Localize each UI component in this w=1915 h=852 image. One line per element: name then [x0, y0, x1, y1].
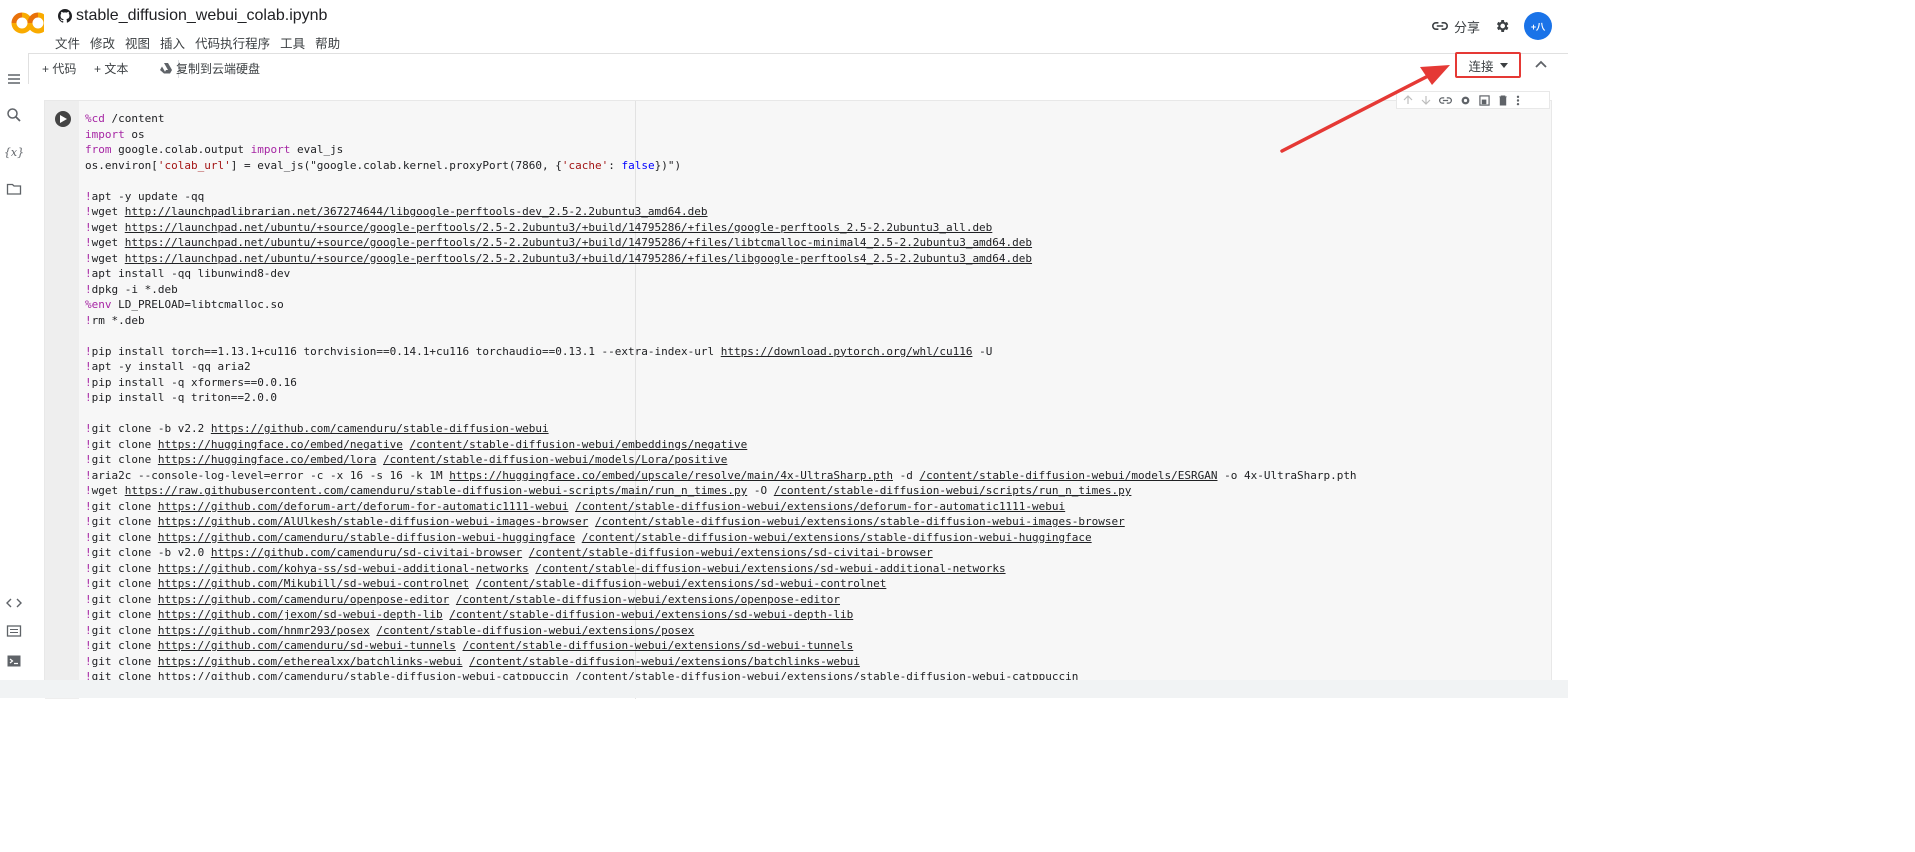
code-line: !pip install -q triton==2.0.0	[85, 391, 278, 404]
code-line: !wget https://launchpad.net/ubuntu/+sour…	[85, 220, 993, 234]
play-icon	[59, 115, 67, 123]
code-line: !apt install -qq libunwind8-dev	[85, 267, 291, 280]
code-line: !git clone https://github.com/hnmr293/po…	[85, 623, 695, 637]
add-code-button[interactable]: + 代码	[42, 60, 76, 77]
code-line: !git clone https://huggingface.co/embed/…	[85, 437, 748, 451]
code-line: !git clone https://github.com/kohya-ss/s…	[85, 561, 1006, 575]
avatar[interactable]: +八	[1524, 12, 1552, 40]
menu-runtime[interactable]: 代码执行程序	[195, 33, 270, 52]
more-vert-icon[interactable]	[1516, 95, 1520, 106]
command-palette-icon[interactable]	[6, 623, 22, 639]
code-line: %cd /content	[85, 112, 165, 125]
notebook-title[interactable]: stable_diffusion_webui_colab.ipynb	[76, 7, 327, 25]
code-line: !pip install -q xformers==0.0.16	[85, 375, 297, 389]
code-line: !wget https://launchpad.net/ubuntu/+sour…	[85, 236, 1033, 249]
gear-icon[interactable]	[1494, 18, 1510, 34]
move-down-icon[interactable]	[1421, 95, 1431, 105]
code-line: !apt -y update -qq	[85, 189, 205, 203]
menu-insert[interactable]: 插入	[160, 33, 185, 52]
copy-to-drive-label: 复制到云端硬盘	[176, 62, 261, 76]
menu-help[interactable]: 帮助	[315, 33, 340, 52]
notebook-body: %cd /content import os from google.colab.o…	[28, 84, 1568, 699]
copy-to-drive-button[interactable]: 复制到云端硬盘	[160, 60, 260, 77]
code-line: !git clone https://github.com/camenduru/…	[85, 530, 1092, 544]
code-cell[interactable]: %cd /content import os from google.colab.o…	[44, 100, 1552, 699]
share-button[interactable]: 分享	[1432, 17, 1480, 36]
app-header: stable_diffusion_webui_colab.ipynb 文件 修改…	[0, 0, 1568, 53]
connect-button[interactable]: 连接	[1455, 52, 1521, 78]
code-line: os.environ['colab_url'] = eval_js("googl…	[85, 158, 682, 172]
code-line: !apt -y install -qq aria2	[85, 360, 251, 373]
menu-tools[interactable]: 工具	[280, 33, 305, 52]
code-line: !git clone https://github.com/jexom/sd-w…	[85, 608, 854, 621]
add-code-label: + 代码	[42, 62, 77, 76]
drive-icon	[160, 63, 172, 74]
mirror-cell-icon[interactable]	[1479, 94, 1490, 106]
menu-file[interactable]: 文件	[55, 33, 80, 52]
terminal-icon[interactable]	[6, 653, 22, 669]
code-line: !rm *.deb	[85, 313, 145, 327]
cell-settings-icon[interactable]	[1460, 95, 1471, 106]
code-line: !git clone https://huggingface.co/embed/…	[85, 453, 728, 466]
link-icon	[1432, 22, 1448, 30]
variables-icon[interactable]: {x}	[4, 144, 24, 160]
code-line: !git clone https://github.com/AlUlkesh/s…	[85, 515, 1125, 528]
delete-icon[interactable]	[1498, 94, 1508, 106]
menu-icon[interactable]	[6, 71, 22, 87]
code-line: !aria2c --console-log-level=error -c -x …	[85, 468, 1357, 482]
cell-gutter	[45, 101, 79, 699]
cell-toolbar	[1396, 91, 1550, 109]
code-line: import os	[85, 127, 145, 141]
share-label: 分享	[1453, 19, 1480, 35]
move-up-icon[interactable]	[1403, 95, 1413, 105]
code-line: !pip install torch==1.13.1+cu116 torchvi…	[85, 344, 993, 358]
code-line: !git clone https://github.com/Mikubill/s…	[85, 577, 887, 590]
add-text-label: + 文本	[94, 62, 129, 76]
add-text-button[interactable]: + 文本	[94, 60, 128, 77]
code-line: !git clone https://github.com/camenduru/…	[85, 639, 854, 652]
status-bar	[0, 680, 1568, 698]
colab-logo[interactable]	[8, 8, 44, 38]
left-sidebar: {x}	[0, 53, 29, 698]
code-line: !git clone https://github.com/etherealxx…	[85, 654, 860, 668]
collapse-header-icon[interactable]	[1535, 60, 1547, 68]
github-icon	[58, 9, 72, 23]
code-snippets-icon[interactable]	[6, 595, 22, 611]
menu-bar: 文件 修改 视图 插入 代码执行程序 工具 帮助	[55, 33, 340, 52]
notebook-title-row: stable_diffusion_webui_colab.ipynb	[58, 7, 327, 25]
menu-view[interactable]: 视图	[125, 33, 150, 52]
code-line: !wget https://launchpad.net/ubuntu/+sour…	[85, 251, 1033, 265]
code-line: !git clone https://github.com/deforum-ar…	[85, 499, 1066, 513]
code-line: !git clone -b v2.0 https://github.com/ca…	[85, 546, 933, 559]
notebook-toolbar: + 代码 + 文本 复制到云端硬盘	[28, 53, 1568, 85]
code-line: from google.colab.output import eval_js	[85, 143, 344, 156]
chevron-down-icon	[1499, 62, 1508, 68]
code-line: !dpkg -i *.deb	[85, 282, 178, 296]
header-actions: 分享 +八	[1432, 12, 1552, 40]
link-cell-icon[interactable]	[1439, 96, 1452, 105]
code-line: !git clone https://github.com/camenduru/…	[85, 592, 840, 606]
code-line: !wget http://launchpadlibrarian.net/3672…	[85, 205, 708, 218]
connect-label: 连接	[1468, 59, 1494, 74]
code-editor[interactable]: %cd /content import os from google.colab.o…	[85, 111, 1357, 685]
search-icon[interactable]	[6, 107, 22, 123]
code-line: !wget https://raw.githubusercontent.com/…	[85, 484, 1132, 497]
folder-icon[interactable]	[6, 181, 22, 197]
run-cell-button[interactable]	[55, 111, 71, 127]
code-line: !git clone -b v2.2 https://github.com/ca…	[85, 422, 549, 435]
menu-edit[interactable]: 修改	[90, 33, 115, 52]
code-line: %env LD_PRELOAD=libtcmalloc.so	[85, 298, 284, 311]
